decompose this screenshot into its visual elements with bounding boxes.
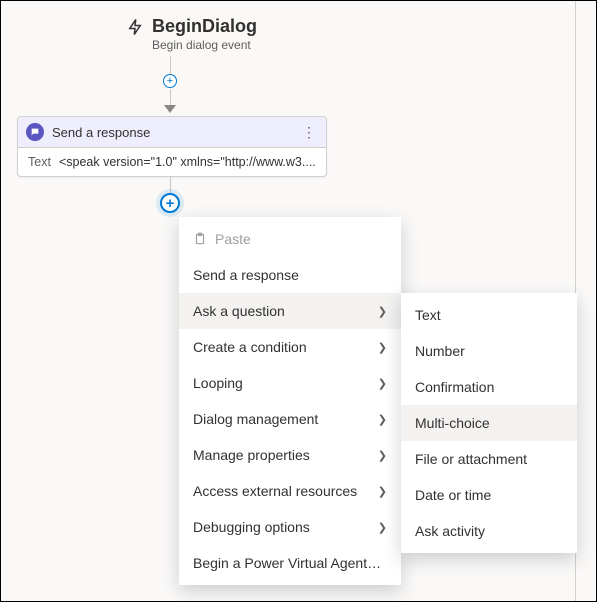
chevron-right-icon: ❯: [378, 521, 387, 534]
field-label: Text: [28, 155, 51, 169]
submenu-item[interactable]: File or attachment: [401, 441, 577, 477]
menu-label: Access external resources: [193, 483, 378, 499]
menu-label: Manage properties: [193, 447, 378, 463]
submenu-label: Text: [415, 307, 563, 323]
submenu-item[interactable]: Number: [401, 333, 577, 369]
submenu-label: Date or time: [415, 487, 563, 503]
menu-item[interactable]: Ask a question❯: [179, 293, 401, 329]
menu-item[interactable]: Looping❯: [179, 365, 401, 401]
arrowhead-icon: [164, 105, 176, 113]
chevron-right-icon: ❯: [378, 377, 387, 390]
node-body[interactable]: Text <speak version="1.0" xmlns="http://…: [18, 148, 326, 176]
dialog-canvas: BeginDialog Begin dialog event + Send a …: [0, 0, 597, 602]
context-menu: Paste Send a responseAsk a question❯Crea…: [179, 217, 401, 585]
submenu-label: Ask activity: [415, 523, 563, 539]
trigger-subtitle: Begin dialog event: [152, 37, 257, 53]
trigger-title: BeginDialog: [152, 15, 257, 37]
submenu-ask-a-question: Text Number Confirmation Multi-choice File o…: [401, 293, 577, 553]
action-node-send-response[interactable]: Send a response ⋮ Text <speak version="1…: [17, 116, 327, 177]
submenu-item[interactable]: Text: [401, 297, 577, 333]
menu-item[interactable]: Dialog management❯: [179, 401, 401, 437]
submenu-label: Number: [415, 343, 563, 359]
menu-label: Begin a Power Virtual Agents topic: [193, 555, 387, 571]
chevron-right-icon: ❯: [378, 413, 387, 426]
menu-label: Debugging options: [193, 519, 378, 535]
node-header[interactable]: Send a response ⋮: [18, 117, 326, 148]
menu-item-paste: Paste: [179, 221, 401, 257]
connector: [170, 56, 171, 76]
submenu-item[interactable]: Multi-choice: [401, 405, 577, 441]
submenu-item[interactable]: Confirmation: [401, 369, 577, 405]
menu-label: Looping: [193, 375, 378, 391]
menu-label: Create a condition: [193, 339, 378, 355]
menu-item[interactable]: Create a condition❯: [179, 329, 401, 365]
chat-icon: [26, 123, 44, 141]
paste-icon: [193, 232, 207, 246]
chevron-right-icon: ❯: [378, 341, 387, 354]
submenu-item[interactable]: Ask activity: [401, 513, 577, 549]
submenu-label: Confirmation: [415, 379, 563, 395]
submenu-label: File or attachment: [415, 451, 563, 467]
menu-item[interactable]: Send a response: [179, 257, 401, 293]
menu-label: Ask a question: [193, 303, 378, 319]
menu-label: Dialog management: [193, 411, 378, 427]
menu-item[interactable]: Debugging options❯: [179, 509, 401, 545]
field-value: <speak version="1.0" xmlns="http://www.w…: [59, 155, 316, 169]
submenu-label: Multi-choice: [415, 415, 563, 431]
trigger-node[interactable]: BeginDialog Begin dialog event: [126, 15, 257, 53]
submenu-item[interactable]: Date or time: [401, 477, 577, 513]
chevron-right-icon: ❯: [378, 485, 387, 498]
add-action-button-active[interactable]: +: [160, 193, 180, 213]
more-icon[interactable]: ⋮: [300, 124, 318, 141]
node-title: Send a response: [52, 125, 292, 140]
chevron-right-icon: ❯: [378, 305, 387, 318]
menu-item[interactable]: Manage properties❯: [179, 437, 401, 473]
chevron-right-icon: ❯: [378, 449, 387, 462]
menu-item[interactable]: Begin a Power Virtual Agents topic: [179, 545, 401, 581]
menu-label: Send a response: [193, 267, 387, 283]
menu-label: Paste: [215, 231, 387, 247]
lightning-icon: [126, 18, 144, 36]
menu-item[interactable]: Access external resources❯: [179, 473, 401, 509]
add-action-button[interactable]: +: [163, 74, 177, 88]
